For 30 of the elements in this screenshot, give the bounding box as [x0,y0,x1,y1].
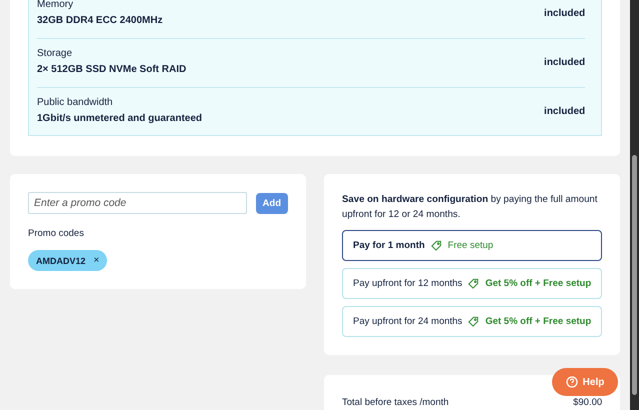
spec-price: included [544,56,586,68]
tag-icon [468,316,480,327]
billing-intro: Save on hardware configuration by paying the full amount upfront for 12 or 24 months. [342,193,598,222]
tag-icon [468,278,480,289]
option-label: Pay for 1 month [353,240,425,251]
option-offer: Free setup [448,240,494,251]
payment-option[interactable]: Pay upfront for 24 months Get 5% off + Free setup [342,306,602,337]
option-label: Pay upfront for 12 months [353,278,462,289]
payment-option[interactable]: Pay for 1 month Free setup [342,230,602,261]
payment-option[interactable]: Pay upfront for 12 months Get 5% off + Free setup [342,268,602,299]
option-label: Pay upfront for 24 months [353,316,462,327]
spec-price: included [544,8,586,18]
question-icon [566,376,578,388]
scrollbar[interactable] [630,0,639,410]
spec-label: Public bandwidth [37,96,114,110]
spec-price: included [544,106,586,116]
option-offer: Get 5% off + Free setup [485,278,592,289]
remove-code-button[interactable]: × [94,255,100,266]
promo-code: AMDADV12 [36,256,86,266]
tag-icon [430,240,442,251]
spec-value: 1Gbit/s unmetered and guaranteed [37,112,202,126]
spec-label: Memory [37,0,74,12]
total-value: $90.00 [573,397,602,408]
option-offer: Get 5% off + Free setup [485,316,592,327]
spec-label: Storage [37,47,74,61]
spec-value: 32GB DDR4 ECC 2400MHz [37,14,163,28]
total-label: Total before taxes /month [342,397,449,408]
spec-value: 2× 512GB SSD NVMe Soft RAID [37,63,186,77]
promo-code-field[interactable]: Enter a promo code [28,192,247,214]
promo-codes-label: Promo codes [28,228,85,239]
